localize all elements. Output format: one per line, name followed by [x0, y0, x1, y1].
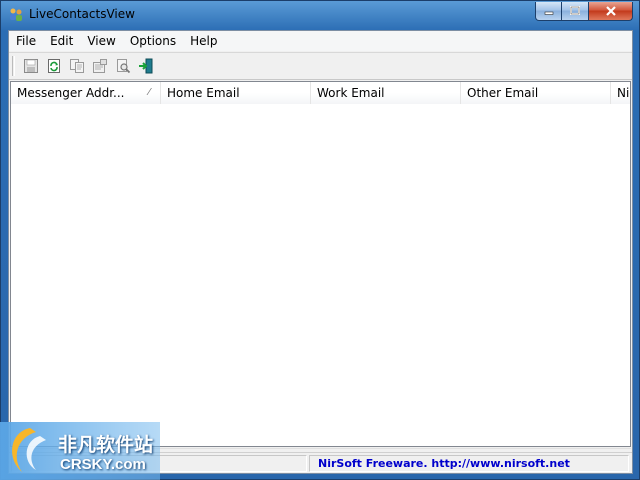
minimize-icon	[544, 11, 553, 15]
window-title: LiveContactsView	[29, 7, 135, 21]
exit-button[interactable]	[134, 55, 157, 77]
properties-button[interactable]	[88, 55, 111, 77]
status-panel-link[interactable]: NirSoft Freeware. http://www.nirsoft.net	[309, 455, 629, 472]
sort-indicator-icon: ⁄	[148, 87, 150, 98]
refresh-icon	[47, 59, 60, 73]
column-header-other-email[interactable]: Other Email	[461, 82, 611, 104]
close-button[interactable]	[589, 2, 633, 21]
copy-icon	[69, 59, 84, 73]
column-header-nickname[interactable]: Nic	[611, 82, 630, 104]
column-label: Nic	[617, 86, 630, 100]
toolbar	[9, 52, 632, 80]
close-icon	[605, 6, 616, 16]
exit-icon	[138, 58, 152, 74]
minimize-button[interactable]	[535, 2, 562, 21]
caption-buttons	[535, 2, 633, 21]
column-label: Messenger Addr...	[17, 86, 125, 100]
copy-button[interactable]	[65, 55, 88, 77]
column-header-home-email[interactable]: Home Email	[161, 82, 311, 104]
toolbar-grip[interactable]	[12, 56, 15, 76]
find-icon	[116, 59, 130, 74]
column-header-messenger-address[interactable]: Messenger Addr... ⁄	[11, 82, 161, 104]
watermark-english-text: CRSKY.com	[60, 456, 146, 473]
column-label: Work Email	[317, 86, 385, 100]
app-window: LiveContactsView File Edit View Options …	[0, 0, 640, 480]
find-button[interactable]	[111, 55, 134, 77]
column-header-work-email[interactable]: Work Email	[311, 82, 461, 104]
contacts-list-view[interactable]: Messenger Addr... ⁄ Home Email Work Emai…	[10, 81, 631, 447]
maximize-icon	[570, 6, 580, 15]
save-icon	[23, 59, 38, 73]
save-button[interactable]	[19, 55, 42, 77]
menu-file[interactable]: File	[9, 31, 43, 51]
watermark-chinese-text: 非凡软件站	[58, 434, 154, 456]
column-label: Home Email	[167, 86, 240, 100]
menu-options[interactable]: Options	[123, 31, 183, 51]
menu-edit[interactable]: Edit	[43, 31, 80, 51]
column-label: Other Email	[467, 86, 539, 100]
properties-icon	[92, 59, 107, 73]
client-area: File Edit View Options Help Messenger Ad…	[8, 30, 633, 474]
menu-view[interactable]: View	[80, 31, 122, 51]
menu-help[interactable]: Help	[183, 31, 224, 51]
menu-bar: File Edit View Options Help	[9, 31, 632, 51]
title-bar[interactable]: LiveContactsView	[1, 1, 639, 29]
refresh-button[interactable]	[42, 55, 65, 77]
list-header: Messenger Addr... ⁄ Home Email Work Emai…	[11, 82, 630, 104]
watermark-logo: 非凡软件站 CRSKY.com	[0, 422, 160, 480]
maximize-button[interactable]	[562, 2, 589, 21]
contacts-app-icon[interactable]	[8, 7, 24, 23]
